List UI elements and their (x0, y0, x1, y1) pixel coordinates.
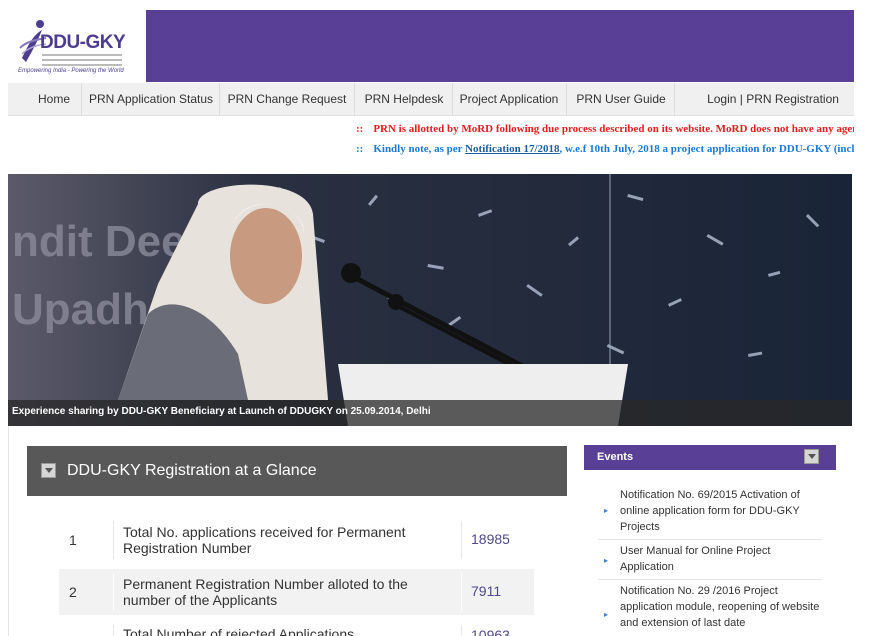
cell-divider (461, 625, 462, 636)
row-value: 18985 (471, 531, 510, 547)
ticker-text-1: PRN is allotted by MoRD following due pr… (373, 123, 854, 135)
collapse-toggle-icon[interactable] (41, 463, 56, 478)
nav-divider (354, 83, 355, 116)
row-value: 10963 (471, 627, 510, 636)
glance-row: 2 Permanent Registration Number alloted … (59, 569, 534, 615)
ticker-line-1: :: PRN is allotted by MoRD following due … (356, 123, 854, 135)
nav-divider (81, 83, 82, 116)
ticker-bullet: :: (356, 123, 364, 135)
registration-glance-title: DDU-GKY Registration at a Glance (67, 462, 317, 479)
nav-prn-user-guide[interactable]: PRN User Guide (570, 83, 672, 116)
event-link[interactable]: Notification No. 69/2015 Activation of o… (620, 487, 820, 535)
banner-photo: ndit Deer Upadh (8, 174, 852, 426)
event-item[interactable]: ▸ User Manual for Online Project Applica… (598, 543, 822, 575)
nav-prn-helpdesk[interactable]: PRN Helpdesk (358, 83, 450, 116)
nav-project-application[interactable]: Project Application (456, 83, 562, 116)
nav-divider (674, 83, 675, 116)
glance-row: 3 Total Number of rejected Applications … (59, 621, 534, 636)
nav-divider (452, 83, 453, 116)
row-number: 1 (69, 532, 77, 548)
ticker-text-2-suffix: , w.e.f 10th July, 2018 a project applic… (559, 143, 854, 155)
bullet-arrow-icon: ▸ (604, 610, 609, 619)
nav-home[interactable]: Home (30, 83, 78, 116)
events-header[interactable]: Events (584, 445, 836, 470)
event-divider (598, 579, 822, 580)
nav-divider (566, 83, 567, 116)
ticker-bullet: :: (356, 143, 364, 155)
row-label: Total No. applications received for Perm… (123, 524, 406, 556)
logo-text: DDU-GKY (40, 32, 126, 53)
nav-prn-application-status[interactable]: PRN Application Status (88, 83, 214, 116)
logo-subtext-lines (42, 54, 122, 68)
header-banner-band (146, 10, 854, 82)
row-value: 7911 (471, 583, 502, 599)
cell-divider (113, 625, 114, 636)
event-link[interactable]: Notification No. 29 /2016 Project applic… (620, 583, 820, 631)
glance-row: 1 Total No. applications received for Pe… (59, 517, 534, 563)
cell-divider (113, 521, 114, 559)
ticker-line-2: :: Kindly note, as per Notification 17/20… (356, 143, 854, 155)
event-item[interactable]: ▸ Notification No. 29 /2016 Project appl… (598, 583, 822, 636)
bullet-arrow-icon: ▸ (604, 506, 609, 515)
registration-glance-header[interactable]: DDU-GKY Registration at a Glance (27, 446, 567, 496)
event-link[interactable]: User Manual for Online Project Applicati… (620, 543, 820, 575)
site-header: DDU-GKY Empowering India - Powering the … (8, 10, 854, 83)
banner-caption-bar: Experience sharing by DDU-GKY Beneficiar… (8, 400, 852, 426)
ddu-gky-logo[interactable]: DDU-GKY Empowering India - Powering the … (18, 18, 136, 78)
nav-prn-change-request[interactable]: PRN Change Request (224, 83, 350, 116)
event-divider (598, 539, 822, 540)
bullet-arrow-icon: ▸ (604, 556, 609, 565)
row-label: Total Number of rejected Applications (123, 626, 355, 636)
nav-login-prn-registration[interactable]: Login | PRN Registration (698, 83, 848, 116)
events-collapse-toggle-icon[interactable] (804, 449, 819, 464)
notification-17-2018-link[interactable]: Notification 17/2018 (465, 143, 559, 155)
cell-divider (461, 521, 462, 559)
cell-divider (113, 573, 114, 611)
row-number: 2 (69, 584, 77, 600)
svg-text:Upadh: Upadh (12, 285, 149, 334)
events-title: Events (597, 451, 634, 463)
event-item[interactable]: ▸ Notification No. 69/2015 Activation of… (598, 487, 822, 535)
cell-divider (461, 573, 462, 611)
logo-tagline: Empowering India - Powering the World (18, 68, 124, 74)
banner-caption: Experience sharing by DDU-GKY Beneficiar… (12, 406, 431, 417)
row-label: Permanent Registration Number alloted to… (123, 576, 408, 608)
nav-divider (219, 83, 220, 116)
main-navigation: Home PRN Application Status PRN Change R… (8, 83, 854, 116)
ticker-text-2-prefix: Kindly note, as per (373, 143, 466, 155)
hero-banner-image: ndit Deer Upadh Experience sharing by DD… (8, 174, 852, 426)
